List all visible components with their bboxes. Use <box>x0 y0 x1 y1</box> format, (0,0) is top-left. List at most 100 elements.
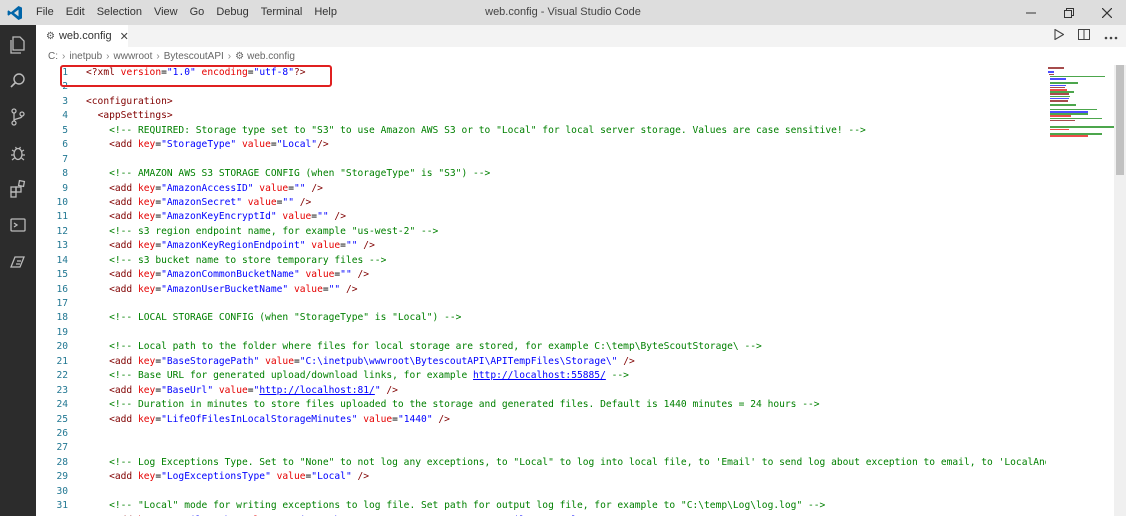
code-line[interactable]: 3 <configuration> <box>36 95 1046 109</box>
line-number: 14 <box>56 254 68 266</box>
gear-icon: ⚙ <box>46 30 55 42</box>
code-line[interactable]: 24 <!-- Duration in minutes to store fil… <box>36 398 1046 412</box>
debug-icon[interactable] <box>0 135 36 171</box>
breadcrumb-bytescoutapi[interactable]: BytescoutAPI <box>164 51 224 62</box>
line-number: 31 <box>56 500 68 512</box>
activity-bar <box>0 25 36 516</box>
code-text: <!-- Local path to the folder where file… <box>109 341 762 353</box>
menu-go[interactable]: Go <box>184 0 211 25</box>
terminal-icon[interactable] <box>0 207 36 243</box>
line-number: 17 <box>56 298 68 310</box>
breadcrumb-file[interactable]: web.config <box>247 51 295 62</box>
code-line[interactable]: 4 <appSettings> <box>36 109 1046 123</box>
code-line[interactable]: 30 <box>36 485 1046 499</box>
line-number: 16 <box>56 283 68 295</box>
code-line[interactable]: 16 <add key="AmazonUserBucketName" value… <box>36 283 1046 297</box>
title-bar: File Edit Selection View Go Debug Termin… <box>0 0 1126 25</box>
code-text: <!-- Base URL for generated upload/downl… <box>109 370 629 382</box>
vertical-scrollbar[interactable] <box>1114 65 1126 516</box>
code-line[interactable]: 18 <!-- LOCAL STORAGE CONFIG (when "Stor… <box>36 311 1046 325</box>
code-line[interactable]: 10 <add key="AmazonSecret" value="" /> <box>36 196 1046 210</box>
code-text: <add key="AmazonSecret" value="" /> <box>109 196 312 208</box>
minimize-icon[interactable] <box>1012 0 1050 25</box>
breadcrumb-inetpub[interactable]: inetpub <box>69 51 102 62</box>
code-line[interactable]: 17 <box>36 297 1046 311</box>
code-line[interactable]: 27 <box>36 441 1046 455</box>
line-number: 3 <box>62 95 68 107</box>
code-line[interactable]: 31 <!-- "Local" mode for writing excepti… <box>36 499 1046 513</box>
line-number: 7 <box>62 153 68 165</box>
tab-close-icon[interactable]: ✕ <box>120 30 129 43</box>
menu-bar: File Edit Selection View Go Debug Termin… <box>30 0 343 25</box>
code-text: <!-- LOCAL STORAGE CONFIG (when "Storage… <box>109 312 462 324</box>
code-text: <add key="AmazonCommonBucketName" value=… <box>109 269 370 281</box>
line-number: 11 <box>56 211 68 223</box>
code-line[interactable]: 6 <add key="StorageType" value="Local"/> <box>36 138 1046 152</box>
line-number: 5 <box>62 124 68 136</box>
menu-terminal[interactable]: Terminal <box>255 0 309 25</box>
run-icon[interactable] <box>1054 28 1065 43</box>
minimap[interactable] <box>1046 65 1114 516</box>
breadcrumb-wwwroot[interactable]: wwwroot <box>114 51 153 62</box>
code-text: <!-- "Local" mode for writing exceptions… <box>109 500 826 512</box>
split-editor-icon[interactable] <box>1078 29 1090 43</box>
minimap-line <box>1050 78 1066 80</box>
code-text: <add key="LogExceptionsType" value="Loca… <box>109 471 370 483</box>
search-icon[interactable] <box>0 63 36 99</box>
code-line[interactable]: 14 <!-- s3 bucket name to store temporar… <box>36 254 1046 268</box>
more-icon[interactable] <box>1104 30 1118 43</box>
code-text: <!-- s3 region endpoint name, for exampl… <box>109 225 439 237</box>
line-number: 13 <box>56 240 68 252</box>
code-line[interactable]: 22 <!-- Base URL for generated upload/do… <box>36 369 1046 383</box>
breadcrumb: C: › inetpub › wwwroot › BytescoutAPI › ⚙ we… <box>36 47 1126 65</box>
line-number: 6 <box>62 139 68 151</box>
line-number: 15 <box>56 269 68 281</box>
gear-icon: ⚙ <box>235 50 245 62</box>
line-number: 28 <box>56 456 68 468</box>
breadcrumb-drive[interactable]: C: <box>48 51 58 62</box>
code-text: <add key="StorageType" value="Local"/> <box>109 139 329 151</box>
menu-file[interactable]: File <box>30 0 60 25</box>
line-number: 21 <box>56 355 68 367</box>
code-line[interactable]: 15 <add key="AmazonCommonBucketName" val… <box>36 268 1046 282</box>
explorer-icon[interactable] <box>0 27 36 63</box>
code-line[interactable]: 26 <box>36 427 1046 441</box>
restore-icon[interactable] <box>1050 0 1088 25</box>
menu-view[interactable]: View <box>148 0 184 25</box>
code-editor[interactable]: 1 <?xml version="1.0" encoding="utf-8"?> 2… <box>36 65 1046 516</box>
code-line[interactable]: 23 <add key="BaseUrl" value="http://loca… <box>36 384 1046 398</box>
code-line[interactable]: 13 <add key="AmazonKeyRegionEndpoint" va… <box>36 239 1046 253</box>
menu-selection[interactable]: Selection <box>91 0 148 25</box>
code-line[interactable]: 19 <box>36 326 1046 340</box>
code-text: <add key="BaseStoragePath" value="C:\ine… <box>109 355 635 367</box>
line-number: 20 <box>56 341 68 353</box>
minimap-line <box>1050 128 1069 131</box>
code-line[interactable]: 7 <box>36 153 1046 167</box>
code-line[interactable]: 9 <add key="AmazonAccessID" value="" /> <box>36 182 1046 196</box>
code-line[interactable]: 20 <!-- Local path to the folder where f… <box>36 340 1046 354</box>
code-line[interactable]: 11 <add key="AmazonKeyEncryptId" value="… <box>36 210 1046 224</box>
tab-web-config[interactable]: ⚙ web.config ✕ <box>36 25 129 47</box>
code-line[interactable]: 25 <add key="LifeOfFilesInLocalStorageMi… <box>36 413 1046 427</box>
code-line[interactable]: 8 <!-- AMAZON AWS S3 STORAGE CONFIG (whe… <box>36 167 1046 181</box>
close-icon[interactable] <box>1088 0 1126 25</box>
line-number: 4 <box>62 110 68 122</box>
menu-debug[interactable]: Debug <box>210 0 254 25</box>
vscode-logo-icon[interactable] <box>0 0 30 25</box>
code-line[interactable]: 28 <!-- Log Exceptions Type. Set to "Non… <box>36 456 1046 470</box>
minimap-line <box>1050 119 1075 122</box>
extensions-icon[interactable] <box>0 171 36 207</box>
code-line[interactable]: 5 <!-- REQUIRED: Storage type set to "S3… <box>36 124 1046 138</box>
code-text: <!-- s3 bucket name to store temporary f… <box>109 254 387 266</box>
line-number: 18 <box>56 312 68 324</box>
code-line[interactable]: 21 <add key="BaseStoragePath" value="C:\… <box>36 355 1046 369</box>
menu-help[interactable]: Help <box>308 0 343 25</box>
code-line[interactable]: 12 <!-- s3 region endpoint name, for exa… <box>36 225 1046 239</box>
line-number: 26 <box>56 428 68 439</box>
menu-edit[interactable]: Edit <box>60 0 91 25</box>
remote-icon[interactable] <box>0 243 36 279</box>
code-line[interactable]: 29 <add key="LogExceptionsType" value="L… <box>36 470 1046 484</box>
scrollbar-thumb[interactable] <box>1116 65 1124 175</box>
source-control-icon[interactable] <box>0 99 36 135</box>
line-number: 12 <box>56 225 68 237</box>
